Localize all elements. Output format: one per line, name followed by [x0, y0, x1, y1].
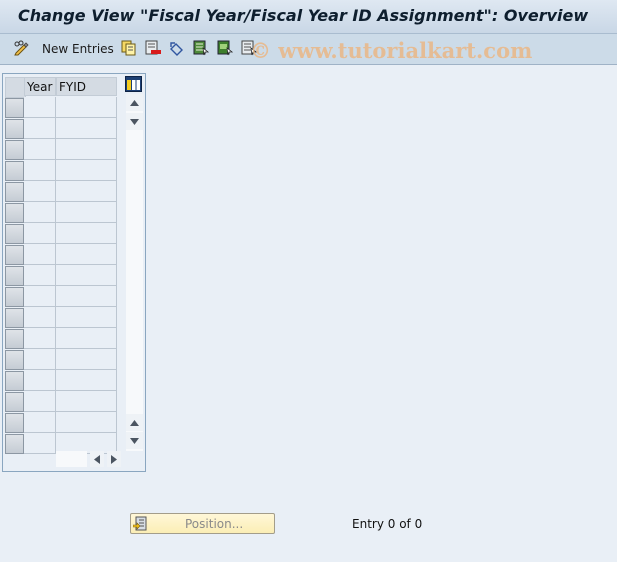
cell-year[interactable]: [24, 349, 56, 370]
row-selector[interactable]: [5, 392, 24, 412]
new-entries-button[interactable]: New Entries: [42, 42, 114, 56]
cell-year[interactable]: [24, 412, 56, 433]
cell-fyid[interactable]: [56, 139, 117, 160]
select-block-icon[interactable]: [217, 40, 233, 56]
row-selector[interactable]: [5, 266, 24, 286]
row-selector[interactable]: [5, 308, 24, 328]
cell-fyid[interactable]: [56, 391, 117, 412]
row-selector[interactable]: [5, 287, 24, 307]
row-selector[interactable]: [5, 119, 24, 139]
cell-year[interactable]: [24, 391, 56, 412]
cell-year[interactable]: [24, 97, 56, 118]
row-selector[interactable]: [5, 245, 24, 265]
application-toolbar: New Entries: [0, 34, 617, 65]
position-icon: [133, 516, 147, 531]
arrow-right-icon: [111, 454, 117, 464]
horizontal-scrollbar-track[interactable]: [56, 451, 87, 467]
entry-status: Entry 0 of 0: [352, 517, 423, 531]
vertical-scrollbar[interactable]: [126, 94, 143, 451]
copy-as-icon[interactable]: [121, 40, 137, 56]
row-selector[interactable]: [5, 224, 24, 244]
scroll-up-button[interactable]: [126, 94, 143, 111]
row-selector[interactable]: [5, 413, 24, 433]
cell-fyid[interactable]: [56, 202, 117, 223]
scroll-down-button[interactable]: [126, 113, 143, 130]
cell-fyid[interactable]: [56, 370, 117, 391]
row-selector[interactable]: [5, 182, 24, 202]
cell-year[interactable]: [24, 223, 56, 244]
cell-year[interactable]: [24, 202, 56, 223]
row-selector[interactable]: [5, 329, 24, 349]
scroll-page-up-button[interactable]: [126, 414, 143, 431]
table-settings-icon[interactable]: [125, 76, 142, 92]
page-title: Change View "Fiscal Year/Fiscal Year ID …: [18, 6, 589, 25]
row-selector[interactable]: [5, 434, 24, 454]
cell-year[interactable]: [24, 139, 56, 160]
row-selector[interactable]: [5, 98, 24, 118]
row-selector[interactable]: [5, 350, 24, 370]
cell-fyid[interactable]: [56, 349, 117, 370]
arrow-left-icon: [94, 454, 100, 464]
cell-year[interactable]: [24, 181, 56, 202]
delete-icon[interactable]: [145, 40, 161, 56]
cell-fyid[interactable]: [56, 244, 117, 265]
cell-fyid[interactable]: [56, 118, 117, 139]
position-button-label: Position...: [185, 517, 244, 531]
cell-fyid[interactable]: [56, 328, 117, 349]
scroll-right-button[interactable]: [107, 451, 121, 467]
cell-fyid[interactable]: [56, 223, 117, 244]
cell-year[interactable]: [24, 307, 56, 328]
cell-year[interactable]: [24, 160, 56, 181]
row-selector[interactable]: [5, 161, 24, 181]
undo-change-icon[interactable]: [169, 40, 185, 56]
cell-year[interactable]: [24, 286, 56, 307]
cell-fyid[interactable]: [56, 412, 117, 433]
title-bar: Change View "Fiscal Year/Fiscal Year ID …: [0, 0, 617, 34]
arrow-up-icon: [130, 419, 139, 426]
cell-year[interactable]: [24, 328, 56, 349]
scroll-page-down-button[interactable]: [126, 432, 143, 449]
row-selector[interactable]: [5, 203, 24, 223]
scroll-left-button[interactable]: [90, 451, 104, 467]
cell-fyid[interactable]: [56, 181, 117, 202]
cell-year[interactable]: [24, 370, 56, 391]
column-header-year[interactable]: Year: [24, 77, 56, 96]
cell-year[interactable]: [24, 244, 56, 265]
select-all-icon[interactable]: [193, 40, 209, 56]
arrow-up-icon: [130, 99, 139, 106]
row-selector[interactable]: [5, 371, 24, 391]
arrow-down-icon: [130, 118, 139, 125]
cell-fyid[interactable]: [56, 286, 117, 307]
cell-year[interactable]: [24, 118, 56, 139]
cell-fyid[interactable]: [56, 160, 117, 181]
cell-fyid[interactable]: [56, 307, 117, 328]
display-change-icon[interactable]: [13, 40, 29, 56]
cell-fyid[interactable]: [56, 265, 117, 286]
select-all-rows-button[interactable]: [5, 77, 26, 98]
arrow-down-icon: [130, 437, 139, 444]
cell-year[interactable]: [24, 433, 56, 454]
column-header-fyid[interactable]: FYID: [56, 77, 117, 96]
deselect-all-icon[interactable]: [241, 40, 257, 56]
table-control: Year FYID: [2, 73, 146, 472]
cell-fyid[interactable]: [56, 97, 117, 118]
cell-year[interactable]: [24, 265, 56, 286]
row-selector[interactable]: [5, 140, 24, 160]
position-button[interactable]: Position...: [130, 513, 275, 534]
